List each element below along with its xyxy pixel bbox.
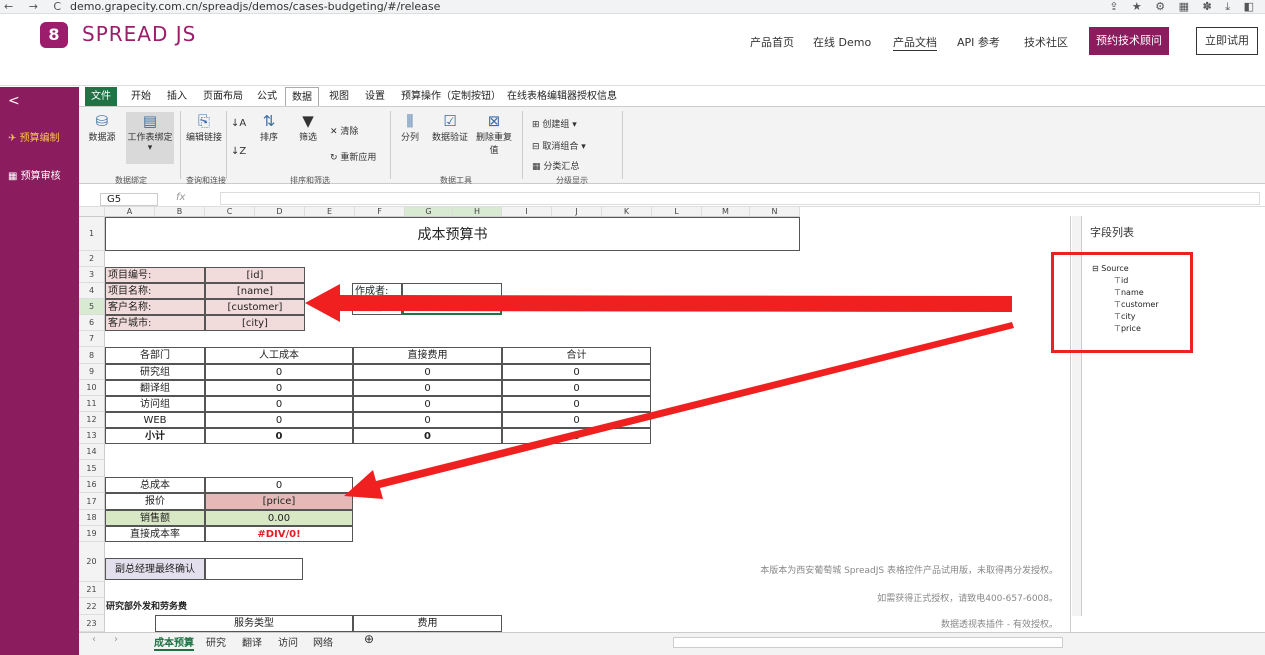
prev-sheet-icon[interactable]: ‹ bbox=[92, 634, 96, 645]
arrow-to-price-field bbox=[344, 322, 1014, 499]
sheet-tab-visit[interactable]: 访问 bbox=[278, 634, 298, 649]
horizontal-scrollbar[interactable] bbox=[673, 637, 1063, 648]
sheet-tab-translation[interactable]: 翻译 bbox=[242, 634, 262, 649]
annotation-arrows bbox=[305, 284, 1014, 499]
sheet-tab-network[interactable]: 网络 bbox=[313, 634, 333, 649]
arrow-to-name-field bbox=[305, 284, 1012, 322]
sheet-tab-research[interactable]: 研究 bbox=[206, 634, 226, 649]
sheet-tab-cost-budget[interactable]: 成本预算 bbox=[154, 634, 194, 651]
add-sheet-icon[interactable]: ⊕ bbox=[364, 632, 374, 646]
next-sheet-icon[interactable]: › bbox=[114, 634, 118, 645]
